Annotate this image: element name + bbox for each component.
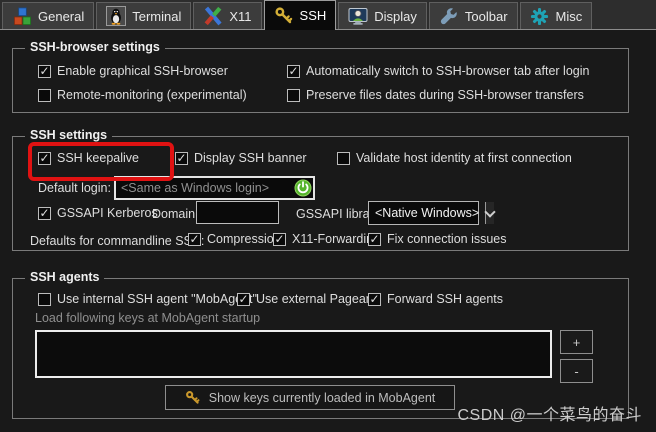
tab-label: SSH [300, 8, 327, 23]
checkbox-label: Automatically switch to SSH-browser tab … [306, 64, 589, 78]
checkbox-label: Enable graphical SSH-browser [57, 64, 228, 78]
checkbox-compression[interactable]: Compression [188, 231, 281, 247]
checkbox-icon [188, 233, 201, 246]
checkbox-icon [368, 293, 381, 306]
tab-toolbar[interactable]: Toolbar [429, 2, 518, 29]
ssh-browser-settings-group: SSH-browser settings [12, 48, 629, 113]
mobagent-keys-label: Load following keys at MobAgent startup [35, 311, 260, 325]
checkbox-x11-forwarding[interactable]: X11-Forwarding [273, 231, 380, 247]
x11-icon [203, 6, 223, 26]
checkbox-icon [38, 207, 51, 220]
checkbox-auto-switch-ssh-browser-tab[interactable]: Automatically switch to SSH-browser tab … [287, 63, 589, 79]
tab-misc[interactable]: Misc [520, 2, 593, 29]
gear-icon [530, 6, 550, 26]
checkbox-preserve-files-dates[interactable]: Preserve files dates during SSH-browser … [287, 87, 584, 103]
display-icon [348, 6, 368, 26]
default-login-input[interactable] [114, 176, 315, 200]
tab-label: Misc [556, 9, 583, 24]
tab-ssh[interactable]: SSH [264, 0, 337, 30]
checkbox-forward-ssh-agents[interactable]: Forward SSH agents [368, 291, 503, 307]
checkbox-label: Remote-monitoring (experimental) [57, 88, 247, 102]
checkbox-label: Use internal SSH agent "MobAgent" [57, 292, 257, 306]
checkbox-icon [368, 233, 381, 246]
checkbox-external-pageant[interactable]: Use external Pageant [237, 291, 376, 307]
checkbox-internal-ssh-agent[interactable]: Use internal SSH agent "MobAgent" [38, 291, 257, 307]
checkbox-icon [38, 293, 51, 306]
settings-tab-bar: General Terminal [0, 0, 656, 30]
key-icon [185, 390, 201, 406]
group-title: SSH settings [25, 128, 112, 142]
checkbox-icon [38, 89, 51, 102]
dropdown-value: <Native Windows> [369, 202, 485, 224]
tab-label: General [38, 9, 84, 24]
watermark-text: CSDN @一个菜鸟的奋斗 [457, 401, 642, 425]
checkbox-label: X11-Forwarding [292, 232, 380, 246]
checkbox-validate-host-identity[interactable]: Validate host identity at first connecti… [337, 150, 572, 166]
domain-input[interactable] [196, 201, 279, 224]
checkbox-label: Use external Pageant [256, 292, 376, 306]
checkbox-icon [237, 293, 250, 306]
default-login-label: Default login: [38, 181, 111, 195]
penguin-icon [106, 6, 126, 26]
checkbox-gssapi-kerberos[interactable]: GSSAPI Kerberos [38, 205, 158, 221]
checkbox-fix-connection-issues[interactable]: Fix connection issues [368, 231, 507, 247]
cmdline-defaults-label: Defaults for commandline SSH: [30, 234, 204, 248]
checkbox-icon [175, 152, 188, 165]
checkbox-label: Validate host identity at first connecti… [356, 151, 572, 165]
tab-general[interactable]: General [2, 2, 94, 29]
checkbox-label: Compression [207, 232, 281, 246]
checkbox-label: SSH keepalive [57, 151, 139, 165]
show-loaded-keys-button[interactable]: Show keys currently loaded in MobAgent [165, 385, 455, 410]
domain-field [196, 201, 279, 224]
tab-label: X11 [229, 9, 251, 24]
mobaxterm-settings-window: General Terminal [0, 0, 656, 432]
remove-key-button[interactable]: - [560, 359, 593, 383]
button-label: Show keys currently loaded in MobAgent [209, 391, 436, 405]
checkbox-remote-monitoring[interactable]: Remote-monitoring (experimental) [38, 87, 247, 103]
checkbox-label: Forward SSH agents [387, 292, 503, 306]
checkbox-label: GSSAPI Kerberos [57, 206, 158, 220]
refresh-login-icon[interactable] [294, 179, 312, 197]
checkbox-label: Fix connection issues [387, 232, 507, 246]
checkbox-icon [287, 89, 300, 102]
checkbox-icon [273, 233, 286, 246]
cubes-icon [12, 6, 32, 26]
wrench-icon [439, 6, 459, 26]
checkbox-icon [287, 65, 300, 78]
tab-x11[interactable]: X11 [193, 2, 261, 29]
gssapi-library-select[interactable]: <Native Windows> [368, 201, 479, 225]
checkbox-display-ssh-banner[interactable]: Display SSH banner [175, 150, 307, 166]
checkbox-icon [337, 152, 350, 165]
key-icon [274, 6, 294, 26]
tab-terminal[interactable]: Terminal [96, 2, 191, 29]
checkbox-enable-graphical-ssh-browser[interactable]: Enable graphical SSH-browser [38, 63, 228, 79]
tab-label: Toolbar [465, 9, 508, 24]
default-login-field [114, 176, 315, 200]
group-title: SSH-browser settings [25, 40, 165, 54]
add-key-button[interactable]: + [560, 330, 593, 354]
checkbox-icon [38, 65, 51, 78]
domain-label: Domain: [152, 207, 199, 221]
chevron-down-icon [485, 202, 494, 224]
group-title: SSH agents [25, 270, 104, 284]
checkbox-ssh-keepalive[interactable]: SSH keepalive [38, 150, 139, 166]
tab-label: Display [374, 9, 417, 24]
checkbox-label: Display SSH banner [194, 151, 307, 165]
tab-label: Terminal [132, 9, 181, 24]
checkbox-label: Preserve files dates during SSH-browser … [306, 88, 584, 102]
mobagent-keys-listbox[interactable] [35, 330, 552, 378]
checkbox-icon [38, 152, 51, 165]
tab-display[interactable]: Display [338, 2, 427, 29]
